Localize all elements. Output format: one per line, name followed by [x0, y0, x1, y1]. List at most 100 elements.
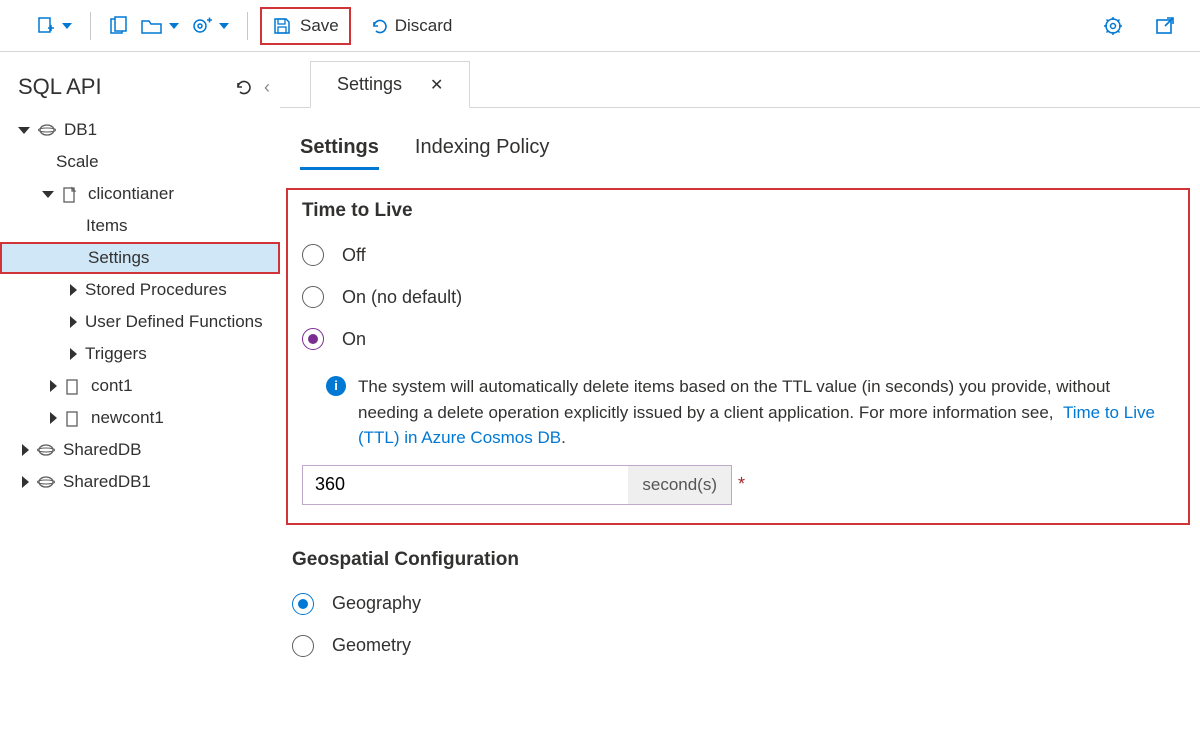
ttl-info-text: The system will automatically delete ite…: [358, 374, 1174, 451]
ttl-info-suffix: .: [561, 428, 566, 447]
tree-shareddb1[interactable]: SharedDB1: [0, 466, 280, 498]
folder-icon: [141, 17, 163, 35]
caret-down-icon: [42, 191, 54, 198]
geo-heading: Geospatial Configuration: [292, 549, 1200, 571]
collapse-button[interactable]: ‹: [264, 77, 270, 98]
tree-items[interactable]: Items: [0, 210, 280, 242]
gear-plus-icon: [191, 16, 213, 36]
ttl-radio-on-nodefault[interactable]: On (no default): [302, 276, 1174, 318]
toolbar-separator: [90, 12, 91, 40]
tree-triggers[interactable]: Triggers: [0, 338, 280, 370]
container-icon: [65, 410, 83, 426]
tree-label: User Defined Functions: [85, 312, 263, 332]
geo-panel: Geospatial Configuration Geography Geome…: [292, 549, 1200, 667]
radio-icon: [292, 593, 314, 615]
toolbar: Save Discard: [0, 0, 1200, 52]
chevron-down-icon: [62, 23, 72, 29]
tree-label: cont1: [91, 376, 133, 396]
caret-right-icon: [22, 476, 29, 488]
tree-label: SharedDB: [63, 440, 141, 460]
inner-tab-settings[interactable]: Settings: [300, 136, 379, 170]
ttl-unit-label: second(s): [628, 466, 731, 504]
tab-settings[interactable]: Settings ✕: [310, 61, 470, 108]
radio-label: Off: [342, 245, 366, 266]
query-icon: [109, 16, 129, 36]
tree-label: DB1: [64, 120, 97, 140]
tabstrip: Settings ✕: [280, 60, 1200, 108]
new-doc-button[interactable]: [30, 10, 78, 42]
geo-radio-geometry[interactable]: Geometry: [292, 625, 1200, 667]
sidebar: SQL API ‹ DB1 Scale: [0, 52, 280, 752]
caret-down-icon: [18, 127, 30, 134]
open-query-button[interactable]: [103, 10, 135, 42]
ttl-radio-off[interactable]: Off: [302, 234, 1174, 276]
close-tab-button[interactable]: ✕: [430, 75, 443, 95]
tree-label: clicontianer: [88, 184, 174, 204]
radio-icon: [302, 286, 324, 308]
new-folder-button[interactable]: [135, 10, 185, 42]
tree-sprocs[interactable]: Stored Procedures: [0, 274, 280, 306]
discard-label: Discard: [395, 16, 453, 36]
gear-icon: [1102, 15, 1124, 37]
tree-container-newcont1[interactable]: newcont1: [0, 402, 280, 434]
tree-label: newcont1: [91, 408, 164, 428]
ttl-heading: Time to Live: [302, 200, 1174, 222]
ttl-info-body: The system will automatically delete ite…: [358, 377, 1110, 422]
tree-container-clicontianer[interactable]: clicontianer: [0, 178, 280, 210]
radio-label: Geometry: [332, 635, 411, 656]
chevron-down-icon: [219, 23, 229, 29]
tree-label: SharedDB1: [63, 472, 151, 492]
tree-udf[interactable]: User Defined Functions: [0, 306, 280, 338]
radio-label: Geography: [332, 593, 421, 614]
toolbar-separator: [247, 12, 248, 40]
ttl-panel: Time to Live Off On (no default) On i Th…: [286, 188, 1190, 525]
caret-right-icon: [70, 348, 77, 360]
discard-button[interactable]: Discard: [363, 10, 459, 42]
save-button[interactable]: Save: [260, 7, 351, 45]
container-icon: [65, 378, 83, 394]
tree: DB1 Scale clicontianer Items Settings St: [0, 114, 280, 498]
tree-label: Triggers: [85, 344, 147, 364]
inner-tabs: Settings Indexing Policy: [300, 136, 1200, 170]
caret-right-icon: [70, 316, 77, 328]
fullscreen-button[interactable]: [1148, 10, 1182, 42]
caret-right-icon: [22, 444, 29, 456]
tree-container-cont1[interactable]: cont1: [0, 370, 280, 402]
tab-label: Settings: [337, 74, 402, 95]
tree-label: Scale: [56, 152, 99, 172]
geo-radio-geography[interactable]: Geography: [292, 583, 1200, 625]
settings-gear-button[interactable]: [185, 10, 235, 42]
database-icon: [37, 474, 55, 490]
tree-shareddb[interactable]: SharedDB: [0, 434, 280, 466]
sidebar-title: SQL API: [18, 74, 102, 100]
caret-right-icon: [70, 284, 77, 296]
required-indicator: *: [738, 474, 745, 495]
ttl-input-group: second(s) *: [302, 465, 752, 505]
save-label: Save: [300, 16, 339, 36]
radio-icon: [292, 635, 314, 657]
settings-button[interactable]: [1096, 10, 1130, 42]
caret-right-icon: [50, 380, 57, 392]
tree-label: Items: [86, 216, 128, 236]
tree-db1[interactable]: DB1: [0, 114, 280, 146]
info-icon: i: [326, 376, 346, 396]
database-icon: [37, 442, 55, 458]
radio-label: On (no default): [342, 287, 462, 308]
tree-label: Settings: [88, 248, 149, 268]
sidebar-header: SQL API ‹: [0, 74, 280, 114]
content: Settings ✕ Settings Indexing Policy Time…: [280, 52, 1200, 752]
tree-scale[interactable]: Scale: [0, 146, 280, 178]
refresh-button[interactable]: [234, 77, 254, 98]
new-doc-icon: [36, 16, 56, 36]
undo-icon: [369, 16, 389, 36]
ttl-value-input[interactable]: [303, 466, 628, 504]
radio-icon: [302, 328, 324, 350]
container-icon: [62, 186, 80, 202]
radio-icon: [302, 244, 324, 266]
main-area: SQL API ‹ DB1 Scale: [0, 52, 1200, 752]
inner-tab-indexing[interactable]: Indexing Policy: [415, 136, 550, 170]
ttl-radio-on[interactable]: On: [302, 318, 1174, 360]
save-icon: [272, 16, 292, 36]
tree-settings[interactable]: Settings: [0, 242, 280, 274]
ttl-info: i The system will automatically delete i…: [326, 374, 1174, 451]
